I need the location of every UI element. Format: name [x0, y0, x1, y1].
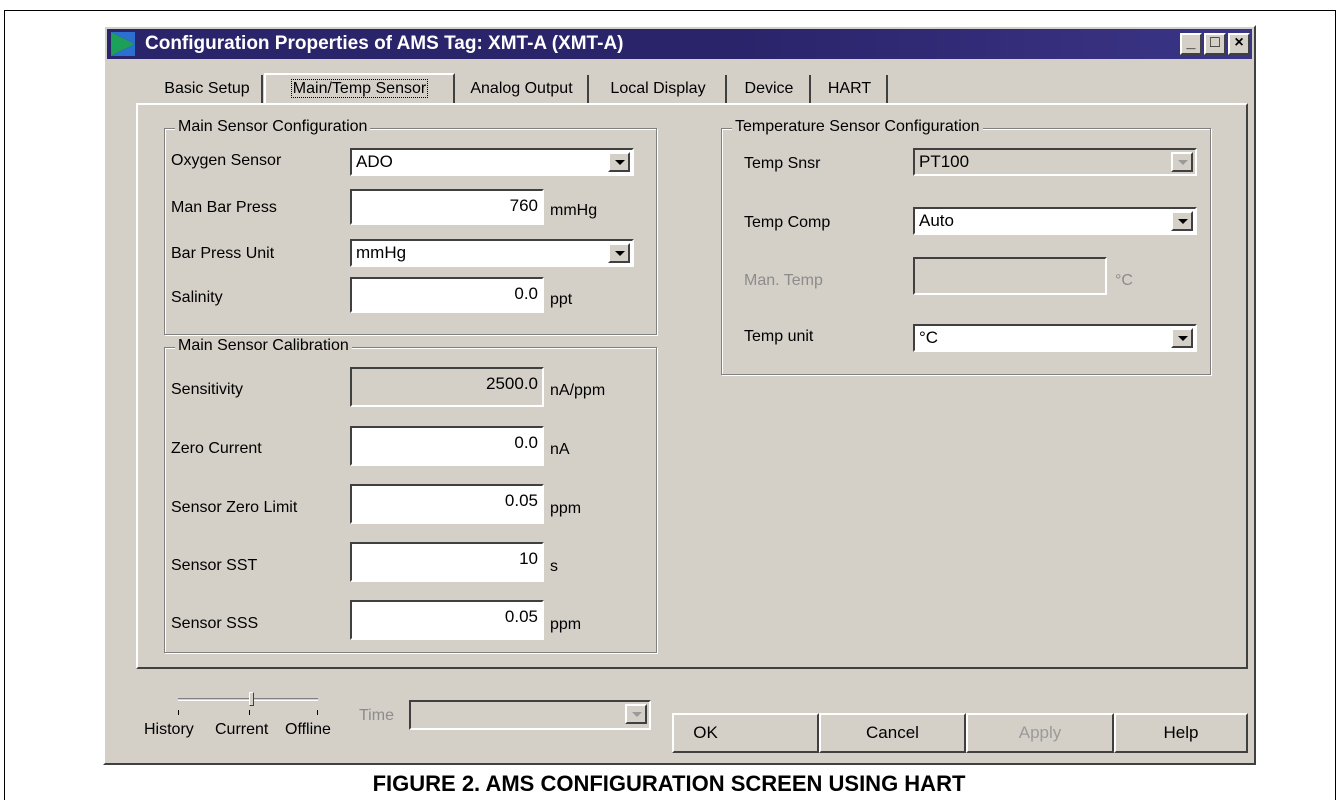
man-temp-label: Man. Temp: [744, 272, 823, 289]
cancel-button[interactable]: Cancel: [819, 713, 966, 753]
sensor-zero-limit-label: Sensor Zero Limit: [171, 499, 298, 516]
sensor-sss-unit: ppm: [550, 616, 582, 633]
temp-snsr-dropdown-arrow-icon: [1171, 152, 1193, 172]
man-bar-press-unit: mmHg: [550, 202, 598, 219]
zero-current-label: Zero Current: [171, 440, 262, 457]
temp-comp-value: Auto: [919, 211, 954, 230]
man-bar-press-label: Man Bar Press: [171, 199, 277, 216]
history-slider-thumb[interactable]: [249, 692, 254, 706]
temp-unit-dropdown-arrow-icon[interactable]: [1171, 328, 1193, 348]
ok-button[interactable]: OK: [672, 713, 819, 753]
man-bar-press-input[interactable]: 760: [350, 189, 544, 225]
config-properties-window: Configuration Properties of AMS Tag: XMT…: [103, 25, 1256, 765]
slider-label-offline: Offline: [285, 721, 331, 738]
ok-button-label: OK: [693, 723, 718, 742]
tab-analog-output[interactable]: Analog Output: [456, 75, 589, 105]
main-sensor-calibration-title: Main Sensor Calibration: [175, 337, 352, 355]
sensitivity-unit: nA/ppm: [550, 382, 606, 399]
slider-label-current: Current: [215, 721, 269, 738]
temp-comp-label: Temp Comp: [744, 214, 831, 231]
tab-main-temp-sensor-label: Main/Temp Sensor: [290, 79, 429, 98]
zero-current-unit: nA: [550, 441, 570, 458]
window-title: Configuration Properties of AMS Tag: XMT…: [145, 33, 624, 54]
oxygen-sensor-select[interactable]: ADO: [350, 148, 634, 176]
sensor-sss-input[interactable]: 0.05: [350, 600, 544, 640]
help-button[interactable]: Help: [1114, 713, 1248, 753]
bar-press-unit-value: mmHg: [356, 243, 407, 262]
tab-main-temp-sensor[interactable]: Main/Temp Sensor: [264, 73, 455, 105]
sensor-zero-limit-unit: ppm: [550, 500, 582, 517]
temp-snsr-value: PT100: [919, 152, 970, 171]
temp-comp-select[interactable]: Auto: [913, 207, 1197, 235]
oxygen-sensor-value: ADO: [356, 152, 393, 171]
tab-basic-setup[interactable]: Basic Setup: [153, 75, 263, 105]
slider-tick-current: [249, 710, 250, 715]
close-button[interactable]: ×: [1228, 33, 1250, 55]
maximize-button[interactable]: □: [1204, 33, 1226, 55]
time-label: Time: [359, 707, 394, 724]
salinity-unit: ppt: [550, 291, 573, 308]
slider-tick-history: [178, 710, 179, 715]
tab-hart[interactable]: HART: [813, 75, 888, 105]
bar-press-unit-dropdown-arrow-icon[interactable]: [608, 243, 630, 263]
time-select: [409, 700, 651, 730]
salinity-label: Salinity: [171, 289, 223, 306]
slider-label-history: History: [144, 721, 194, 738]
ams-app-icon: [111, 32, 135, 56]
sensitivity-label: Sensitivity: [171, 381, 244, 398]
sensor-zero-limit-input[interactable]: 0.05: [350, 484, 544, 524]
man-temp-unit: °C: [1115, 272, 1133, 289]
apply-button: Apply: [966, 713, 1114, 753]
temp-snsr-label: Temp Snsr: [744, 155, 821, 172]
history-slider-track[interactable]: [178, 698, 318, 701]
salinity-input[interactable]: 0.0: [350, 277, 544, 313]
temp-unit-select[interactable]: °C: [913, 324, 1197, 352]
oxygen-sensor-dropdown-arrow-icon[interactable]: [608, 152, 630, 172]
temp-unit-value: °C: [919, 328, 939, 347]
temperature-sensor-configuration-title: Temperature Sensor Configuration: [732, 118, 983, 136]
temp-comp-dropdown-arrow-icon[interactable]: [1171, 211, 1193, 231]
zero-current-input[interactable]: 0.0: [350, 426, 544, 466]
tab-device[interactable]: Device: [729, 75, 811, 105]
man-temp-input: [913, 257, 1107, 295]
temp-unit-label: Temp unit: [744, 328, 814, 345]
sensitivity-field: 2500.0: [350, 367, 544, 407]
time-dropdown-arrow-icon: [625, 704, 647, 724]
sensor-sst-input[interactable]: 10: [350, 542, 544, 582]
title-bar[interactable]: Configuration Properties of AMS Tag: XMT…: [107, 29, 1252, 59]
minimize-button[interactable]: _: [1180, 33, 1202, 55]
temp-snsr-select: PT100: [913, 148, 1197, 176]
slider-tick-offline: [317, 710, 318, 715]
oxygen-sensor-label: Oxygen Sensor: [171, 152, 282, 169]
sensor-sst-label: Sensor SST: [171, 557, 258, 574]
sensor-sst-unit: s: [550, 558, 558, 575]
main-sensor-configuration-title: Main Sensor Configuration: [175, 118, 371, 136]
bar-press-unit-label: Bar Press Unit: [171, 245, 275, 262]
sensor-sss-label: Sensor SSS: [171, 615, 259, 632]
tab-local-display[interactable]: Local Display: [591, 75, 727, 105]
bar-press-unit-select[interactable]: mmHg: [350, 239, 634, 267]
figure-caption: FIGURE 2. AMS CONFIGURATION SCREEN USING…: [372, 771, 966, 796]
